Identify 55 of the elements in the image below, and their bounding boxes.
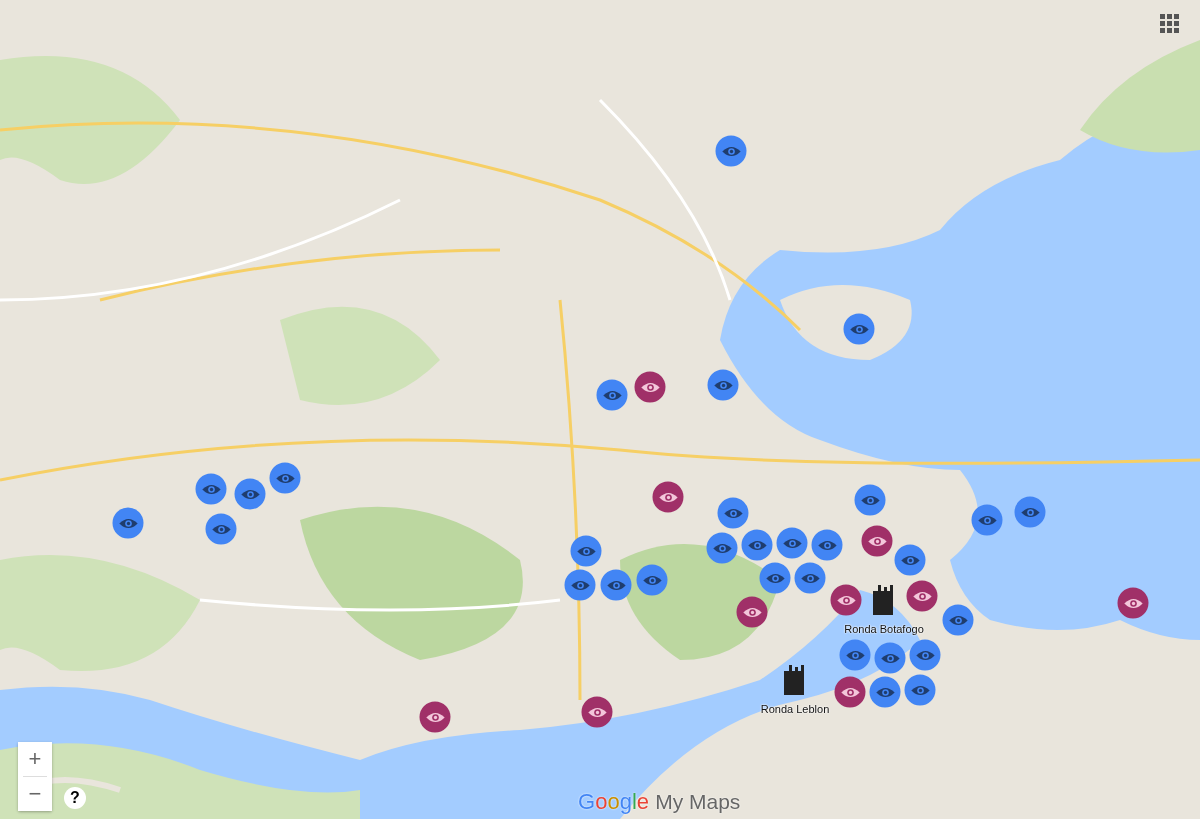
marker-label: Ronda Botafogo: [844, 623, 924, 635]
eye-icon: [845, 649, 865, 661]
map-marker[interactable]: [1014, 496, 1046, 528]
eye-icon: [570, 579, 590, 591]
eye-icon: [747, 539, 767, 551]
map-marker[interactable]: [784, 665, 806, 695]
eye-icon: [867, 535, 887, 547]
apps-grid-icon[interactable]: [1160, 14, 1180, 34]
eye-icon: [765, 572, 785, 584]
eye-icon: [1020, 506, 1040, 518]
eye-icon: [642, 574, 662, 586]
map-marker[interactable]: [874, 642, 906, 674]
eye-icon: [587, 706, 607, 718]
eye-icon: [712, 542, 732, 554]
building-icon: [873, 585, 895, 615]
eye-icon: [742, 606, 762, 618]
google-my-maps-logo: Google My Maps: [578, 789, 741, 815]
eye-icon: [275, 472, 295, 484]
eye-icon: [948, 614, 968, 626]
eye-icon: [240, 488, 260, 500]
building-icon: [784, 665, 806, 695]
eye-icon: [201, 483, 221, 495]
eye-icon: [836, 594, 856, 606]
eye-icon: [860, 494, 880, 506]
eye-icon: [840, 686, 860, 698]
zoom-in-button[interactable]: +: [18, 742, 52, 776]
eye-icon: [1123, 597, 1143, 609]
eye-icon: [713, 379, 733, 391]
eye-icon: [912, 590, 932, 602]
eye-icon: [849, 323, 869, 335]
eye-icon: [118, 517, 138, 529]
eye-icon: [800, 572, 820, 584]
map-marker[interactable]: [1117, 587, 1149, 619]
eye-icon: [606, 579, 626, 591]
eye-icon: [211, 523, 231, 535]
eye-icon: [782, 537, 802, 549]
zoom-out-button[interactable]: −: [18, 777, 52, 811]
eye-icon: [875, 686, 895, 698]
eye-icon: [977, 514, 997, 526]
map-marker[interactable]: [971, 504, 1003, 536]
eye-icon: [658, 491, 678, 503]
eye-icon: [576, 545, 596, 557]
eye-icon: [915, 649, 935, 661]
eye-icon: [602, 389, 622, 401]
map-marker[interactable]: [873, 585, 895, 615]
eye-icon: [880, 652, 900, 664]
eye-icon: [723, 507, 743, 519]
eye-icon: [910, 684, 930, 696]
marker-label: Ronda Leblon: [760, 703, 830, 715]
eye-icon: [425, 711, 445, 723]
map-marker[interactable]: [839, 639, 871, 671]
eye-icon: [640, 381, 660, 393]
eye-icon: [900, 554, 920, 566]
eye-icon: [817, 539, 837, 551]
eye-icon: [721, 145, 741, 157]
